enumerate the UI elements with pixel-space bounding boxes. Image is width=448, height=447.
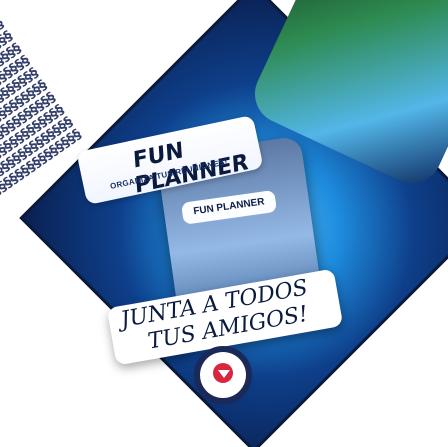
- play-down-icon[interactable]: [200, 352, 246, 398]
- phone-screen-button: FUN PLANNER: [180, 189, 278, 225]
- promo-graphic: §§§§§§§§§§§§§§§§§§§§ §§§§§§§§§§§§§§§§§§§…: [0, 0, 448, 447]
